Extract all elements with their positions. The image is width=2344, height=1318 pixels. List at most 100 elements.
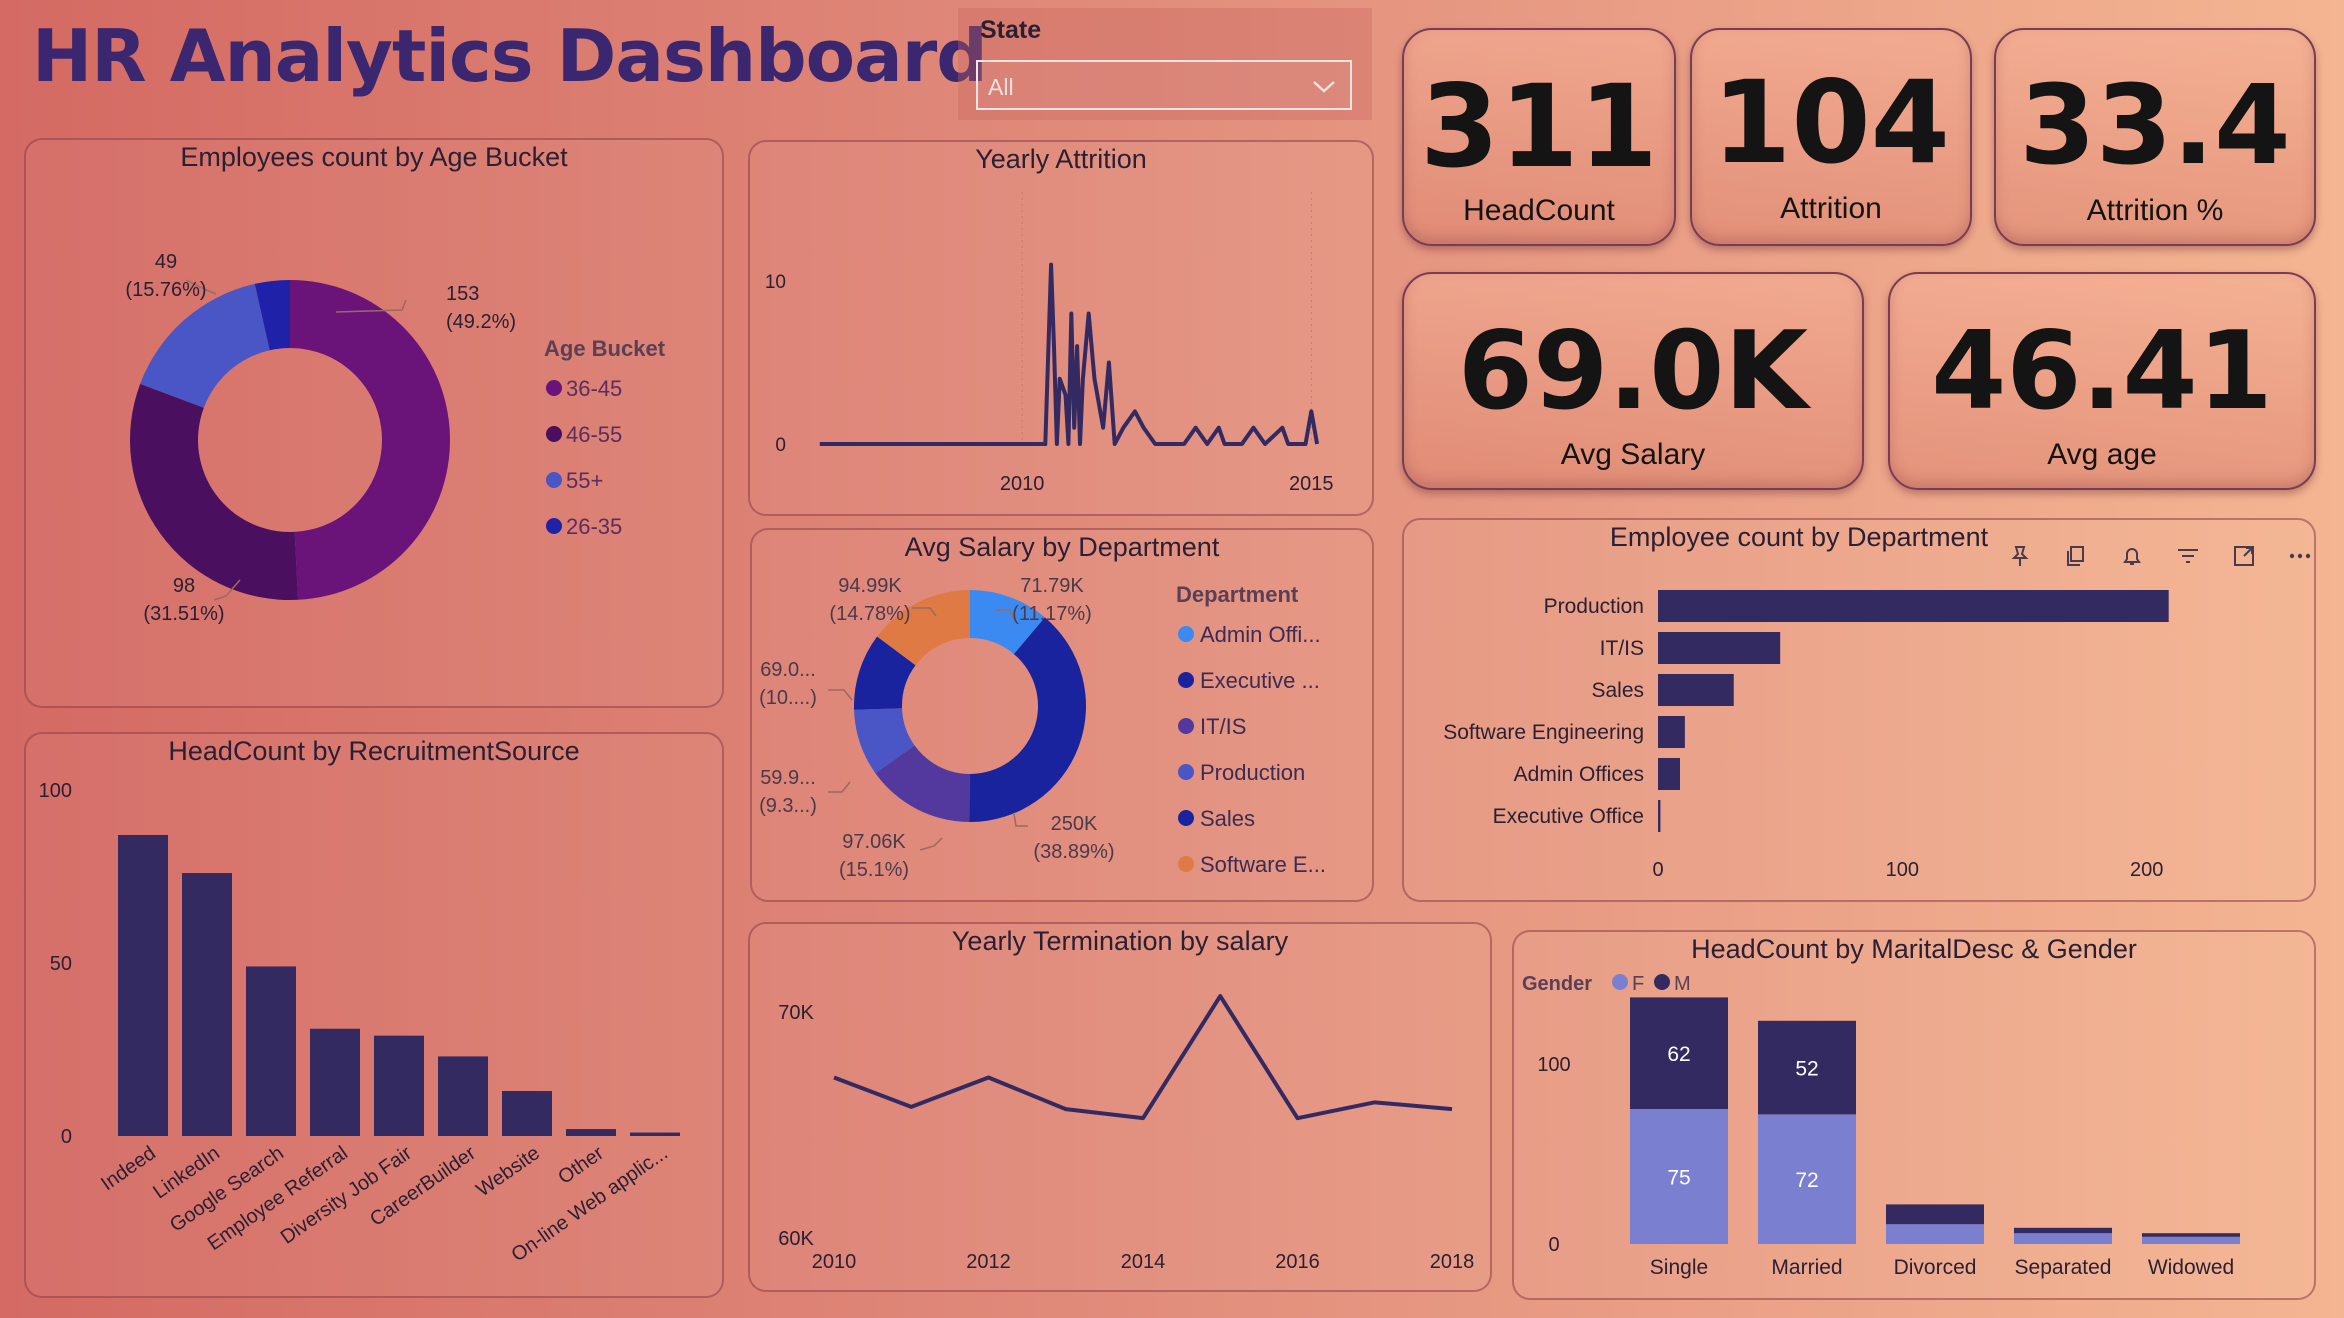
x-tick-label: 200 xyxy=(2130,859,2163,881)
filter-icon[interactable] xyxy=(2178,549,2198,563)
bar xyxy=(1658,674,1734,706)
leader-line xyxy=(1013,813,1028,827)
category-label: Executive Office xyxy=(1493,805,1644,828)
legend-item: Sales xyxy=(1200,806,1255,831)
bar xyxy=(630,1132,680,1136)
x-tick-label: 2014 xyxy=(1121,1251,1166,1273)
yearly-attrition-panel: Yearly Attrition 0 10 2010 2015 xyxy=(748,140,1374,516)
bar-segment xyxy=(2142,1233,2240,1237)
category-label: Single xyxy=(1650,1256,1708,1279)
dept-count-bar-chart: Production IT/IS Sales Software Engineering… xyxy=(1443,546,2311,881)
series-line xyxy=(819,262,1320,446)
attrition-line-chart: 0 10 2010 2015 xyxy=(765,192,1334,495)
category-label: Separated xyxy=(2015,1256,2112,1279)
legend-item: Production xyxy=(1200,760,1305,785)
y-tick-label: 100 xyxy=(1537,1054,1570,1076)
marital-stacked-bar-chart: Gender F M 0 100 75 62 Single 72 52 Married Divorce… xyxy=(1522,973,2240,1279)
legend-marker xyxy=(1178,718,1194,734)
data-label: (15.1%) xyxy=(839,859,909,881)
donut-slice xyxy=(140,283,270,408)
bar xyxy=(566,1129,616,1136)
legend-item: Executive ... xyxy=(1200,668,1320,693)
termination-line-chart: 60K 70K 2010 2012 2014 2016 2018 xyxy=(778,994,1475,1273)
x-tick-label: 2015 xyxy=(1289,473,1334,495)
legend-item: 36-45 xyxy=(566,376,622,401)
bell-icon[interactable] xyxy=(2123,548,2141,565)
kpi-avg-age: 46.41 Avg age xyxy=(1888,272,2316,490)
data-label: (14.78%) xyxy=(829,603,910,625)
data-label: (10....) xyxy=(759,687,817,709)
legend-item: 55+ xyxy=(566,468,603,493)
bar xyxy=(1658,758,1680,790)
x-tick-label: 2012 xyxy=(966,1251,1011,1273)
more-options-icon[interactable] xyxy=(2289,553,2311,559)
x-tick-label: 2010 xyxy=(812,1251,857,1273)
bar-segment xyxy=(2142,1236,2240,1244)
state-dropdown-value: All xyxy=(988,74,1014,100)
bar xyxy=(374,1035,424,1136)
legend-title: Department xyxy=(1176,582,1299,607)
legend-marker xyxy=(546,472,562,488)
marital-panel: HeadCount by MaritalDesc & Gender Gender… xyxy=(1512,930,2316,1300)
slicer-label: State xyxy=(980,16,1042,44)
state-dropdown[interactable]: All xyxy=(976,60,1352,110)
leader-line xyxy=(828,689,853,701)
kpi-label: Avg Salary xyxy=(1560,438,1706,471)
chevron-down-icon xyxy=(1313,81,1335,93)
data-label: 69.0... xyxy=(760,659,816,681)
bar-segment xyxy=(2014,1233,2112,1244)
data-label: 153 xyxy=(446,283,479,305)
kpi-avg-salary: 69.0K Avg Salary xyxy=(1402,272,1864,490)
x-tick-label: 0 xyxy=(1652,859,1663,881)
kpi-headcount: 311 HeadCount xyxy=(1402,28,1676,246)
dept-salary-panel: Avg Salary by Department 71.79K (11.17%) 2… xyxy=(750,528,1374,902)
category-label: Software Engineering xyxy=(1443,721,1644,744)
y-tick-label: 50 xyxy=(50,953,72,975)
data-label: 75 xyxy=(1667,1167,1690,1190)
bar xyxy=(246,966,296,1136)
pin-icon[interactable] xyxy=(2011,546,2029,566)
bar-segment xyxy=(1886,1204,1984,1225)
category-label: Admin Offices xyxy=(1514,763,1644,786)
legend-marker xyxy=(1654,974,1670,990)
termination-panel: Yearly Termination by salary 60K 70K 2010 2… xyxy=(748,922,1492,1292)
legend-marker xyxy=(1178,810,1194,826)
donut-slice xyxy=(130,383,299,600)
bar xyxy=(1658,632,1781,664)
copy-icon[interactable] xyxy=(2067,546,2084,566)
data-label: (38.89%) xyxy=(1033,841,1114,863)
legend-title: Gender xyxy=(1522,973,1592,995)
legend-marker xyxy=(546,518,562,534)
category-label: Widowed xyxy=(2148,1256,2234,1279)
focus-mode-icon[interactable] xyxy=(2234,546,2254,566)
bar xyxy=(310,1028,360,1136)
data-label: 98 xyxy=(173,575,195,597)
bar xyxy=(502,1091,552,1136)
bar xyxy=(1658,716,1685,748)
data-label: 49 xyxy=(155,251,177,273)
data-label: (15.76%) xyxy=(125,279,206,301)
recruitment-panel: HeadCount by RecruitmentSource 0 50 100 Ind… xyxy=(24,732,724,1298)
category-label: Married xyxy=(1771,1256,1842,1279)
legend-marker xyxy=(1178,856,1194,872)
y-tick-label: 0 xyxy=(775,435,786,456)
data-label: 72 xyxy=(1795,1169,1818,1192)
bar xyxy=(438,1056,488,1136)
data-label: 62 xyxy=(1667,1043,1690,1066)
bar xyxy=(182,873,232,1136)
data-label: 52 xyxy=(1795,1058,1818,1081)
state-slicer[interactable]: State All xyxy=(958,8,1372,120)
bar-segment xyxy=(2014,1227,2112,1234)
legend-item: Software E... xyxy=(1200,852,1326,877)
data-label: 97.06K xyxy=(842,831,906,853)
x-tick-label: 2018 xyxy=(1430,1251,1475,1273)
legend-item: Admin Offi... xyxy=(1200,622,1321,647)
category-label: Other xyxy=(554,1142,608,1189)
y-tick-label: 0 xyxy=(1548,1234,1559,1256)
kpi-label: Attrition xyxy=(1780,192,1882,225)
data-label: (49.2%) xyxy=(446,311,516,333)
data-label: 71.79K xyxy=(1020,575,1084,597)
series-line xyxy=(833,994,1453,1121)
x-tick-label: 100 xyxy=(1886,859,1919,881)
kpi-label: HeadCount xyxy=(1463,194,1615,227)
